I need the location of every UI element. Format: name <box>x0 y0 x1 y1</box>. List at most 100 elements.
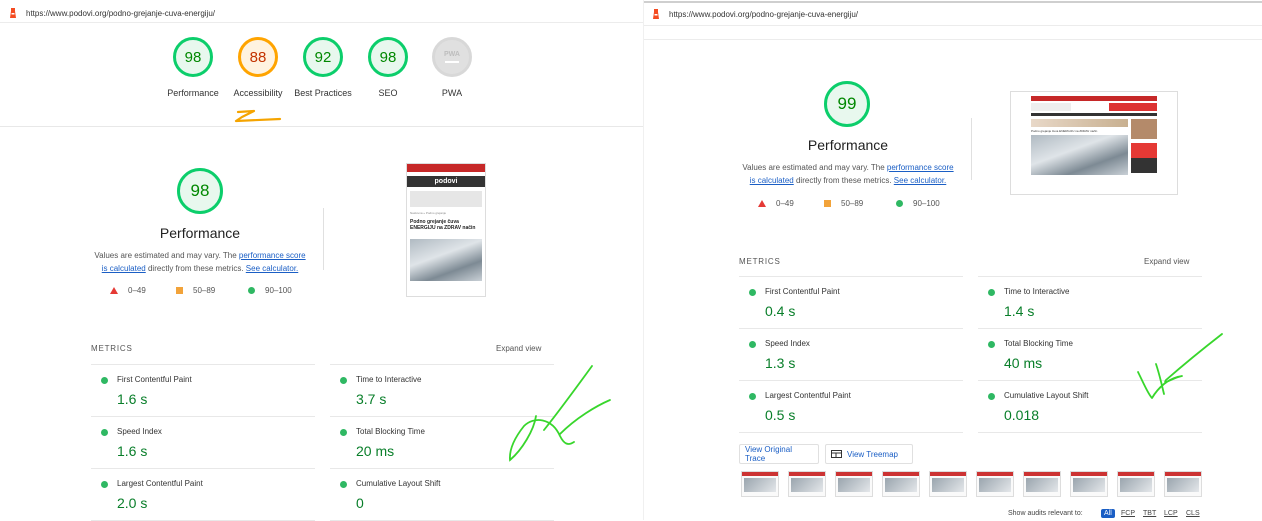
left-gauge-label-performance: Performance <box>167 88 219 98</box>
filmstrip-frame <box>835 471 873 497</box>
metric-name: Total Blocking Time <box>1004 339 1073 348</box>
view-treemap-label: View Treemap <box>847 449 898 459</box>
screenshot-side-column <box>1131 119 1157 175</box>
audit-filter-cls[interactable]: CLS <box>1186 510 1200 517</box>
metric-value: 1.3 s <box>765 355 796 371</box>
green-circle-icon <box>896 200 903 207</box>
green-circle-icon <box>749 393 756 400</box>
metric-value: 1.6 s <box>117 443 148 459</box>
left-metric-first-contentful-paint: First Contentful Paint 1.6 s <box>91 364 315 416</box>
screenshot-nav-bar <box>1031 113 1157 116</box>
left-legend-average: 50–89 <box>176 286 215 295</box>
right-expand-view-toggle[interactable]: Expand view <box>1144 257 1189 266</box>
right-final-screenshot[interactable]: Podno grejanje čuva ENERGIJU na ZDRAV na… <box>1010 91 1178 195</box>
screenshot-side-ad-2 <box>1131 143 1157 173</box>
green-circle-icon <box>988 393 995 400</box>
red-triangle-icon <box>758 200 766 207</box>
audit-filter-tbt[interactable]: TBT <box>1143 510 1156 517</box>
left-url-bar: https://www.podovi.org/podno-grejanje-cu… <box>8 2 215 24</box>
green-circle-icon <box>101 377 108 384</box>
metric-value: 0 <box>356 495 364 511</box>
left-performance-gauge[interactable]: 98 <box>177 168 223 214</box>
legend-label: 50–89 <box>841 199 864 208</box>
audit-filter-fcp[interactable]: FCP <box>1121 510 1135 517</box>
metric-name: Speed Index <box>117 427 162 436</box>
green-circle-icon <box>749 341 756 348</box>
right-url-divider <box>644 25 1262 26</box>
filmstrip-frame <box>882 471 920 497</box>
green-circle-icon <box>101 429 108 436</box>
screenshot-banner-red <box>1109 103 1157 111</box>
metric-name: Total Blocking Time <box>356 427 425 436</box>
metric-value: 3.7 s <box>356 391 387 407</box>
orange-underline-annotation-icon <box>234 109 282 123</box>
left-gauge-accessibility[interactable]: 88 <box>238 37 278 77</box>
right-metric-first-contentful-paint: First Contentful Paint 0.4 s <box>739 276 963 328</box>
left-gauge-label-best-practices: Best Practices <box>294 88 352 98</box>
left-expand-view-toggle[interactable]: Expand view <box>496 344 541 353</box>
screenshot-top-bar <box>407 164 485 172</box>
screenshot-logo-placeholder <box>1031 103 1071 111</box>
metric-value: 1.4 s <box>1004 303 1035 319</box>
view-treemap-button[interactable]: View Treemap <box>825 444 913 464</box>
metric-value: 40 ms <box>1004 355 1043 371</box>
left-gauge-performance[interactable]: 98 <box>173 37 213 77</box>
left-metric-cumulative-layout-shift: Cumulative Layout Shift 0 <box>330 468 554 521</box>
left-performance-description: Values are estimated and may vary. The p… <box>92 249 308 275</box>
pwa-badge-text: PWA <box>444 51 460 58</box>
right-url-bar: https://www.podovi.org/podno-grejanje-cu… <box>651 3 858 25</box>
green-circle-icon <box>988 341 995 348</box>
left-gauge-label-pwa: PWA <box>441 88 463 98</box>
screenshot-header-row <box>1031 103 1157 111</box>
left-url-text[interactable]: https://www.podovi.org/podno-grejanje-cu… <box>26 9 215 18</box>
screenshot-brand-bar: podovi <box>407 176 485 187</box>
view-original-trace-button[interactable]: View Original Trace <box>739 444 819 464</box>
screenshot-top-bar <box>1031 96 1157 101</box>
metric-name: Cumulative Layout Shift <box>1004 391 1089 400</box>
left-gauge-seo[interactable]: 98 <box>368 37 408 77</box>
screenshot-top-images <box>1031 119 1128 127</box>
metric-name: Speed Index <box>765 339 810 348</box>
filmstrip-frame <box>1117 471 1155 497</box>
screenshot-body: Podno grejanje čuva ENERGIJU na ZDRAV na… <box>1031 119 1157 175</box>
right-section-divider <box>644 39 1262 40</box>
right-desc-text-2: directly from these metrics. <box>793 176 894 185</box>
pwa-dash-icon <box>445 61 459 63</box>
right-legend-fail: 0–49 <box>758 199 794 208</box>
right-metric-time-to-interactive: Time to Interactive 1.4 s <box>978 276 1202 328</box>
right-vertical-divider <box>971 118 972 180</box>
screenshot-ad-placeholder <box>410 191 482 207</box>
left-see-calculator-link[interactable]: See calculator. <box>246 264 298 273</box>
right-see-calculator-link[interactable]: See calculator. <box>894 176 946 185</box>
screenshot-hero-image <box>1031 135 1128 175</box>
screenshot-side-ad-1 <box>1131 119 1157 139</box>
metric-value: 0.5 s <box>765 407 796 423</box>
lighthouse-icon <box>653 9 659 19</box>
right-performance-gauge[interactable]: 99 <box>824 81 870 127</box>
audit-filter-lcp[interactable]: LCP <box>1164 510 1178 517</box>
green-circle-icon <box>988 289 995 296</box>
green-circle-icon <box>340 429 347 436</box>
left-gauge-pwa[interactable]: PWA <box>432 37 472 77</box>
left-gauge-best-practices[interactable]: 92 <box>303 37 343 77</box>
legend-label: 50–89 <box>193 286 216 295</box>
screenshot-hero-image <box>410 239 482 281</box>
left-final-screenshot[interactable]: podovi Naslovna » Podno grejanje Podno g… <box>406 163 486 297</box>
legend-label: 0–49 <box>776 199 794 208</box>
green-circle-icon <box>248 287 255 294</box>
audit-filter-all[interactable]: All <box>1101 509 1115 518</box>
filmstrip-frame <box>1070 471 1108 497</box>
metric-value: 0.4 s <box>765 303 796 319</box>
left-metric-largest-contentful-paint: Largest Contentful Paint 2.0 s <box>91 468 315 521</box>
metric-name: Largest Contentful Paint <box>117 479 203 488</box>
left-vertical-divider <box>323 208 324 270</box>
green-checkmark-annotation-icon <box>509 365 611 462</box>
screenshot-main-column: Podno grejanje čuva ENERGIJU na ZDRAV na… <box>1031 119 1128 175</box>
left-section-divider <box>0 126 643 127</box>
metric-name: First Contentful Paint <box>765 287 840 296</box>
right-legend-pass: 90–100 <box>896 199 940 208</box>
metric-value: 0.018 <box>1004 407 1040 423</box>
right-legend-average: 50–89 <box>824 199 863 208</box>
right-metric-largest-contentful-paint: Largest Contentful Paint 0.5 s <box>739 380 963 433</box>
right-url-text[interactable]: https://www.podovi.org/podno-grejanje-cu… <box>669 10 858 19</box>
